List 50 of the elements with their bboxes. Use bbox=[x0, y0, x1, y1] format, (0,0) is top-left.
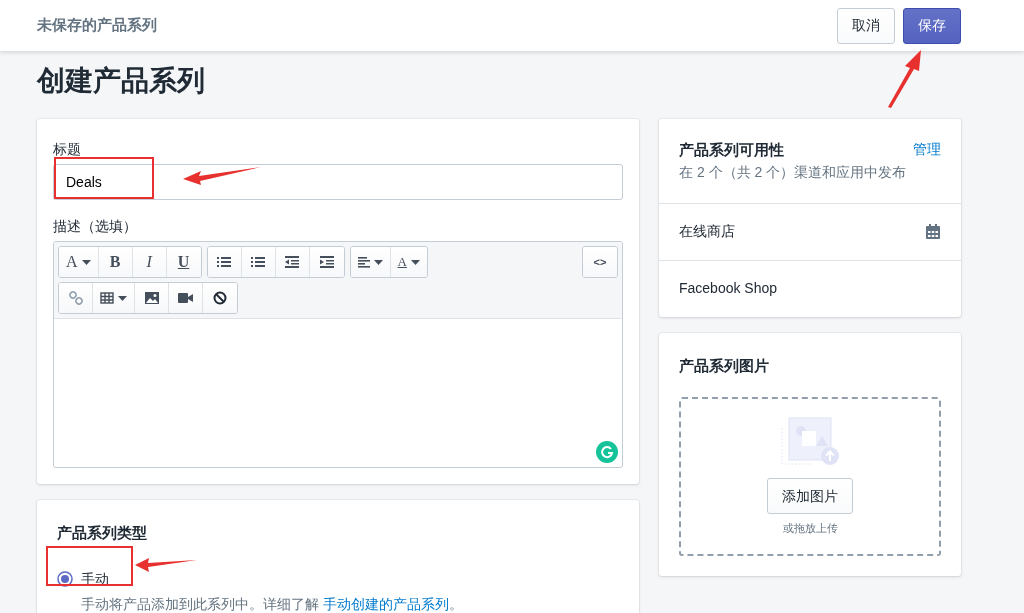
font-button[interactable]: A bbox=[59, 247, 99, 277]
video-camera-icon bbox=[178, 293, 193, 303]
field-label: 标题 bbox=[53, 140, 82, 159]
annotation-arrow bbox=[135, 558, 197, 572]
outdent-button[interactable] bbox=[275, 247, 310, 277]
numbered-list-icon bbox=[251, 256, 266, 268]
help-text: 手动将产品添加到此系列中。详细了解 手动创建的产品系列。 bbox=[81, 594, 464, 613]
channel-name: 在线商店 bbox=[679, 222, 735, 241]
image-dropzone[interactable]: 添加图片 或拖放上传 bbox=[679, 397, 941, 556]
link-icon bbox=[68, 291, 83, 305]
outdent-icon bbox=[285, 256, 300, 268]
add-image-button[interactable]: 添加图片 bbox=[767, 478, 853, 515]
page-title: 创建产品系列 bbox=[37, 64, 205, 98]
calendar-icon[interactable] bbox=[925, 223, 941, 240]
section-title: 产品系列类型 bbox=[57, 523, 148, 543]
save-button[interactable]: 保存 bbox=[903, 7, 961, 44]
table-button[interactable] bbox=[93, 283, 135, 313]
bold-button[interactable]: B bbox=[98, 247, 133, 277]
code-view-button[interactable]: <> bbox=[583, 247, 617, 277]
indent-icon bbox=[319, 256, 334, 268]
table-icon bbox=[100, 292, 114, 304]
italic-button[interactable]: I bbox=[132, 247, 167, 277]
bulleted-list-button[interactable] bbox=[207, 247, 242, 277]
insert-video-button[interactable] bbox=[169, 283, 203, 313]
radio-button[interactable] bbox=[57, 571, 73, 587]
image-icon bbox=[144, 292, 159, 304]
align-button[interactable] bbox=[350, 247, 391, 277]
manage-link[interactable]: 管理 bbox=[913, 139, 941, 162]
numbered-list-button[interactable] bbox=[241, 247, 276, 277]
image-upload-icon bbox=[780, 416, 840, 467]
indent-button[interactable] bbox=[309, 247, 344, 277]
align-left-icon bbox=[357, 256, 370, 268]
underline-button[interactable]: U bbox=[166, 247, 201, 277]
title-input[interactable]: Deals bbox=[53, 164, 623, 200]
section-title: 产品系列图片 bbox=[679, 355, 770, 376]
upload-hint: 或拖放上传 bbox=[782, 521, 838, 537]
text-color-button[interactable]: A bbox=[390, 247, 427, 277]
cancel-button[interactable]: 取消 bbox=[837, 7, 895, 44]
channel-name: Facebook Shop bbox=[679, 279, 778, 298]
bulleted-list-icon bbox=[217, 256, 232, 268]
availability-summary: 在 2 个（共 2 个）渠道和应用中发布 bbox=[679, 162, 908, 182]
insert-image-button[interactable] bbox=[135, 283, 169, 313]
rich-text-editor[interactable]: A B I U A <> bbox=[53, 241, 623, 468]
annotation-arrow bbox=[888, 50, 922, 108]
page-status-title: 未保存的产品系列 bbox=[37, 15, 157, 36]
section-title: 产品系列可用性 bbox=[679, 140, 784, 160]
help-link[interactable]: 手动创建的产品系列 bbox=[322, 595, 449, 612]
clear-format-icon bbox=[213, 291, 227, 305]
field-label: 描述（选填） bbox=[53, 217, 138, 236]
clear-format-button[interactable] bbox=[203, 283, 237, 313]
